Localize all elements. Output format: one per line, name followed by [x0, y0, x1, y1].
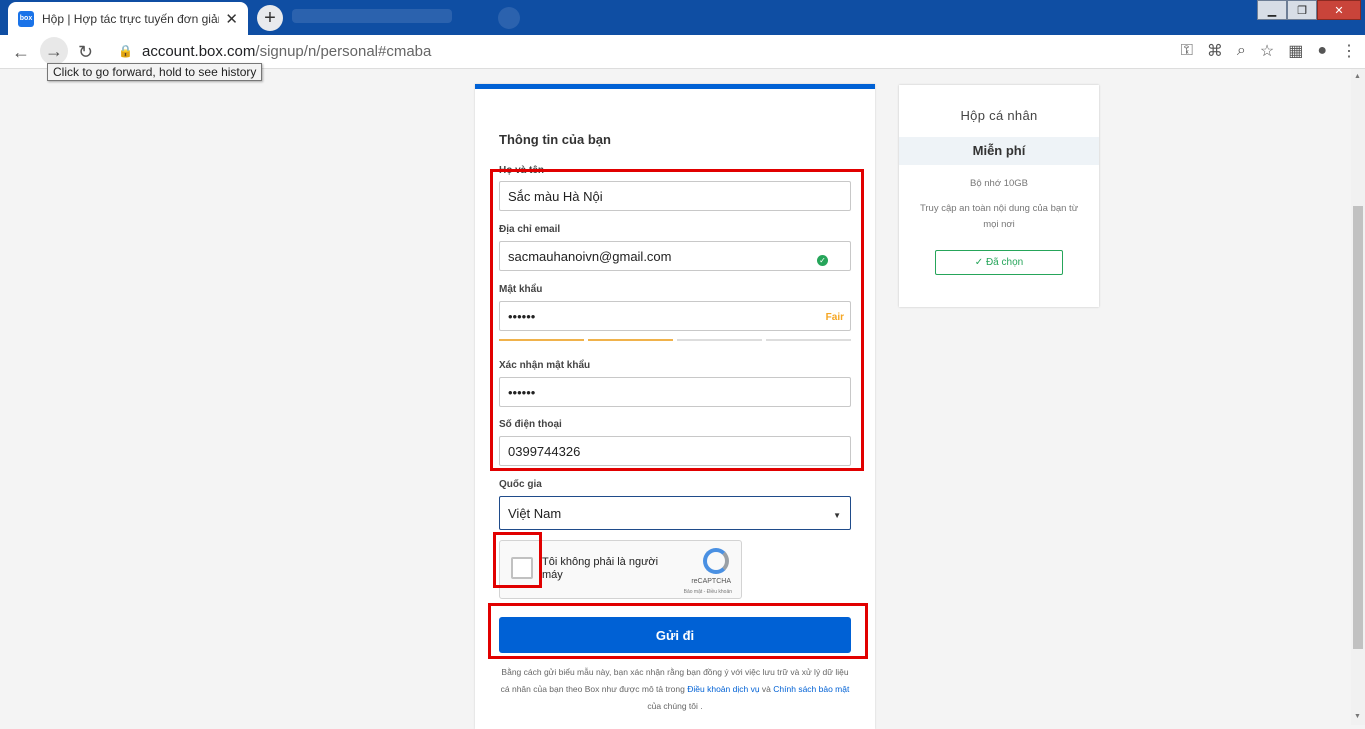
toolbar-right-icons: ⚿ ⌘ ⌕ ☆ ▦ ● ⋮: [1181, 41, 1357, 61]
tab-bar: box Hộp | Hợp tác trực tuyến đơn giản ✕ …: [0, 0, 1365, 35]
address-bar[interactable]: account.box.com/signup/n/personal#cmaba: [142, 43, 431, 60]
recaptcha-links[interactable]: Bảo mật - Điều khoản: [684, 589, 732, 595]
email-label: Địa chỉ email: [499, 224, 561, 235]
calendar-extension-icon[interactable]: ▦: [1288, 41, 1303, 61]
strength-segment: [588, 339, 673, 341]
menu-icon[interactable]: ⋮: [1341, 41, 1357, 61]
country-value: Việt Nam: [508, 505, 562, 521]
form-heading: Thông tin của bạn: [499, 132, 611, 147]
confirm-password-input[interactable]: ••••••: [499, 377, 851, 407]
profile-icon[interactable]: ●: [1317, 42, 1327, 60]
plan-price: Miễn phí: [899, 137, 1099, 165]
phone-label: Số điện thoại: [499, 419, 562, 430]
translate-icon[interactable]: ⌘: [1207, 41, 1223, 61]
plan-card: Hộp cá nhân Miễn phí Bộ nhớ 10GB Truy cậ…: [899, 85, 1099, 307]
password-label: Mật khẩu: [499, 284, 543, 295]
country-label: Quốc gia: [499, 479, 542, 490]
url-path: /signup/n/personal#cmaba: [255, 43, 432, 60]
new-tab-button[interactable]: +: [257, 5, 283, 31]
strength-segment: [677, 339, 762, 341]
submit-button[interactable]: Gửi đi: [499, 617, 851, 653]
zoom-icon[interactable]: ⌕: [1237, 42, 1246, 60]
forward-tooltip: Click to go forward, hold to see history: [47, 63, 263, 81]
page-scrollbar[interactable]: ▲ ▼: [1351, 69, 1365, 725]
recaptcha-logo-icon: [703, 548, 729, 574]
plan-description: Truy cập an toàn nội dung của bạn từ mọi…: [919, 203, 1079, 230]
recaptcha-widget: Tôi không phải là người máy reCAPTCHA Bả…: [499, 540, 742, 599]
box-favicon-icon: box: [18, 10, 34, 27]
star-icon[interactable]: ☆: [1260, 41, 1274, 61]
privacy-link[interactable]: Chính sách bảo mật: [773, 684, 849, 694]
check-circle-icon: ✓: [817, 255, 828, 266]
url-host: account.box.com: [142, 43, 256, 60]
restore-button[interactable]: ❐: [1287, 0, 1317, 20]
disclaimer: Bằng cách gửi biểu mẫu này, bạn xác nhận…: [499, 664, 851, 715]
back-arrow-icon[interactable]: ←: [12, 42, 30, 63]
password-input[interactable]: •••••• Fair: [499, 301, 851, 331]
background-tab-icon: [498, 7, 520, 29]
recaptcha-label: Tôi không phải là người máy: [542, 556, 659, 582]
name-label: Họ và tên: [499, 165, 545, 176]
phone-input[interactable]: 0399744326: [499, 436, 851, 466]
password-value: ••••••: [508, 308, 536, 324]
close-window-button[interactable]: ✕: [1317, 0, 1361, 20]
background-tab[interactable]: [292, 9, 452, 23]
plan-title: Hộp cá nhân: [960, 108, 1038, 123]
recaptcha-checkbox[interactable]: [511, 557, 533, 579]
scroll-up-icon[interactable]: ▲: [1354, 73, 1361, 80]
caret-down-icon: ▼: [833, 511, 841, 520]
email-input[interactable]: sacmauhanoivn@gmail.com ✓: [499, 241, 851, 271]
strength-segment: [499, 339, 584, 341]
key-icon[interactable]: ⚿: [1181, 42, 1193, 60]
scroll-down-icon[interactable]: ▼: [1354, 713, 1361, 720]
country-select[interactable]: Việt Nam ▼: [499, 496, 851, 530]
disclaimer-and: và: [761, 684, 771, 694]
recaptcha-brand: reCAPTCHA: [691, 578, 731, 585]
forward-arrow-icon[interactable]: →: [40, 37, 68, 65]
lock-icon[interactable]: 🔒: [118, 44, 133, 58]
tab-title: Hộp | Hợp tác trực tuyến đơn giản: [42, 11, 220, 26]
plan-selected-label: Đã chọn: [985, 257, 1024, 268]
disclaimer-end: của chúng tôi .: [647, 701, 703, 711]
check-icon: ✓: [974, 257, 986, 268]
minimize-button[interactable]: ▁: [1257, 0, 1287, 20]
plan-selected-button[interactable]: ✓ Đã chọn: [935, 250, 1063, 275]
name-input[interactable]: Sắc màu Hà Nội: [499, 181, 851, 211]
plan-storage: Bộ nhớ 10GB: [970, 178, 1028, 189]
reload-icon[interactable]: ↻: [78, 42, 93, 63]
password-strength-meter: [499, 339, 851, 342]
confirm-password-label: Xác nhận mật khẩu: [499, 360, 591, 371]
terms-link[interactable]: Điều khoản dịch vụ: [687, 684, 759, 694]
scroll-thumb[interactable]: [1353, 206, 1363, 649]
window-controls: ▁ ❐ ✕: [1257, 0, 1361, 20]
email-value: sacmauhanoivn@gmail.com: [508, 248, 672, 264]
signup-form: Thông tin của bạn Họ và tên Sắc màu Hà N…: [475, 84, 875, 729]
password-strength-label: Fair: [825, 312, 844, 323]
browser-tab[interactable]: box Hộp | Hợp tác trực tuyến đơn giản ✕: [8, 2, 248, 35]
tab-close-icon[interactable]: ✕: [225, 10, 238, 28]
strength-segment: [766, 339, 851, 341]
